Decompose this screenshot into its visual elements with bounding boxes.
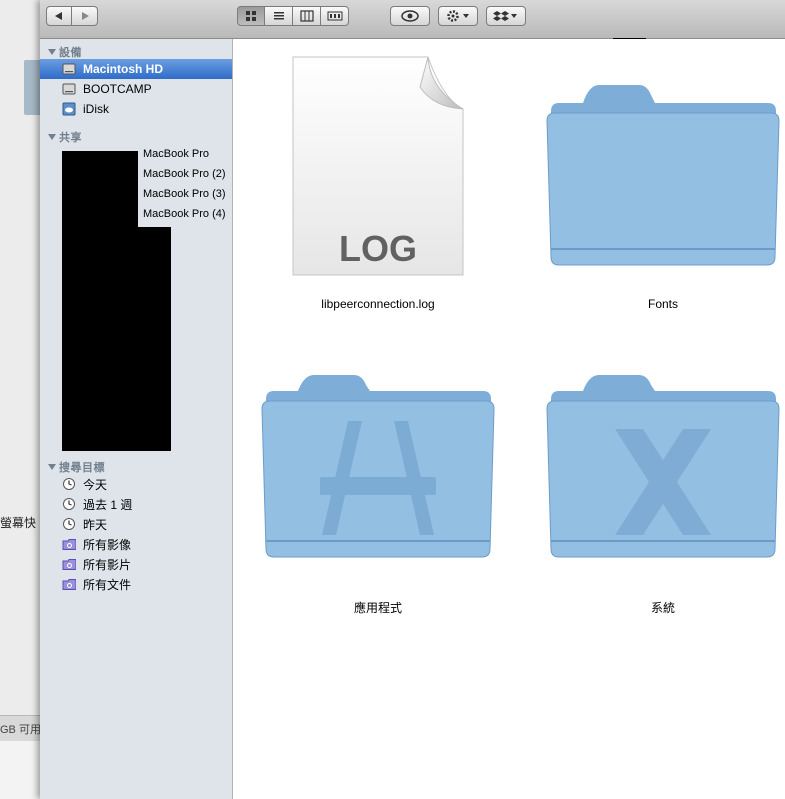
sidebar-item-macintosh-hd[interactable]: Macintosh HD: [40, 59, 232, 79]
list-view-button[interactable]: [265, 6, 293, 26]
smart-folder-icon: [62, 557, 76, 571]
eye-icon: [401, 10, 419, 22]
devices-section-header[interactable]: 設備: [48, 44, 82, 60]
log-document-icon: LOG: [292, 56, 464, 276]
sidebar-item-shared-3[interactable]: MacBook Pro (3): [143, 188, 226, 200]
sidebar: 設備 Macintosh HD BOOTCAMP iDisk 共享 MacBoo…: [40, 39, 233, 799]
forward-button[interactable]: [72, 6, 98, 26]
smart-folder-icon: [62, 577, 76, 591]
sidebar-item-past-week[interactable]: 過去 1 週: [40, 494, 232, 514]
file-name-label: libpeerconnection.log: [321, 297, 435, 311]
chevron-left-icon: [55, 12, 62, 20]
clock-icon: [62, 497, 76, 511]
coverflow-view-icon: [327, 11, 342, 21]
disclosure-triangle-icon: [48, 134, 56, 140]
log-badge-text: LOG: [339, 228, 417, 269]
file-name-label: Fonts: [647, 297, 678, 311]
sidebar-item-shared-1[interactable]: MacBook Pro: [143, 148, 209, 160]
sidebar-item-idisk[interactable]: iDisk: [40, 99, 232, 119]
shared-header-label: 共享: [59, 132, 82, 144]
list-view-icon: [273, 12, 284, 20]
search-header-label: 搜尋目標: [59, 462, 105, 474]
desktop-folder-icon[interactable]: [24, 60, 40, 115]
sidebar-item-label: Macintosh HD: [83, 62, 164, 76]
sidebar-item-shared-2[interactable]: MacBook Pro (2): [143, 168, 226, 180]
sidebar-item-label: 今天: [83, 477, 108, 492]
sidebar-item-label: 所有文件: [83, 577, 132, 592]
redaction-block: [62, 151, 138, 229]
redaction-block: [62, 227, 171, 451]
system-folder-icon: [546, 375, 780, 558]
chevron-right-icon: [81, 12, 89, 20]
view-mode-buttons: [237, 6, 349, 26]
clock-icon: [62, 477, 76, 491]
sidebar-item-label: iDisk: [83, 102, 109, 116]
sidebar-item-label: 昨天: [83, 517, 108, 532]
sidebar-item-label: BOOTCAMP: [83, 82, 152, 96]
coverflow-view-button[interactable]: [321, 6, 349, 26]
background-status-text: GB 可用: [0, 724, 41, 736]
action-menu-button[interactable]: [438, 6, 478, 26]
sidebar-item-label: 過去 1 週: [83, 497, 133, 512]
icon-view-button[interactable]: [237, 6, 265, 26]
sidebar-item-shared-4[interactable]: MacBook Pro (4): [143, 208, 226, 220]
sidebar-item-bootcamp[interactable]: BOOTCAMP: [40, 79, 232, 99]
sidebar-item-all-images[interactable]: 所有影像: [40, 534, 232, 554]
applications-folder-icon: [261, 375, 495, 558]
file-name-label: 應用程式: [353, 601, 402, 615]
sidebar-item-all-movies[interactable]: 所有影片: [40, 554, 232, 574]
dropbox-group: [486, 6, 526, 26]
disclosure-triangle-icon: [48, 49, 56, 55]
action-group: [438, 6, 478, 26]
icon-view-icon: [246, 11, 256, 21]
finder-window: 設備 Macintosh HD BOOTCAMP iDisk 共享 MacBoo…: [40, 0, 785, 799]
sidebar-item-today[interactable]: 今天: [40, 474, 232, 494]
smart-folder-icon: [62, 537, 76, 551]
hard-drive-icon: [62, 62, 76, 76]
devices-header-label: 設備: [59, 47, 82, 59]
column-view-icon: [299, 10, 314, 22]
quicklook-group: [390, 6, 430, 26]
desktop-item-label[interactable]: 螢幕快: [0, 514, 36, 531]
desktop-background: 螢幕快 GB 可用: [0, 0, 41, 799]
nav-buttons: [46, 6, 98, 26]
file-browser-content: LOG libpeerconnection.log Fonts 應用程式 系統: [233, 39, 785, 799]
sidebar-item-label: 所有影像: [83, 537, 132, 552]
column-view-button[interactable]: [293, 6, 321, 26]
gear-icon: [447, 10, 469, 22]
file-item-applications[interactable]: 應用程式: [258, 369, 498, 639]
sidebar-item-label: 所有影片: [83, 557, 132, 572]
shared-section-header[interactable]: 共享: [48, 129, 82, 145]
toolbar: [40, 0, 785, 39]
quicklook-button[interactable]: [390, 6, 430, 26]
folder-icon: [546, 85, 780, 266]
sidebar-item-all-documents[interactable]: 所有文件: [40, 574, 232, 594]
file-item-log[interactable]: LOG libpeerconnection.log: [258, 49, 498, 319]
file-item-system[interactable]: 系統: [543, 369, 783, 639]
dropbox-menu-button[interactable]: [486, 6, 526, 26]
search-section-header[interactable]: 搜尋目標: [48, 459, 105, 475]
idisk-icon: [62, 102, 76, 116]
file-item-fonts[interactable]: Fonts: [543, 49, 783, 319]
sidebar-item-yesterday[interactable]: 昨天: [40, 514, 232, 534]
dropbox-icon: [493, 11, 517, 21]
hard-drive-icon: [62, 82, 76, 96]
back-button[interactable]: [46, 6, 72, 26]
clock-icon: [62, 517, 76, 531]
disclosure-triangle-icon: [48, 464, 56, 470]
file-name-label: 系統: [650, 601, 675, 615]
